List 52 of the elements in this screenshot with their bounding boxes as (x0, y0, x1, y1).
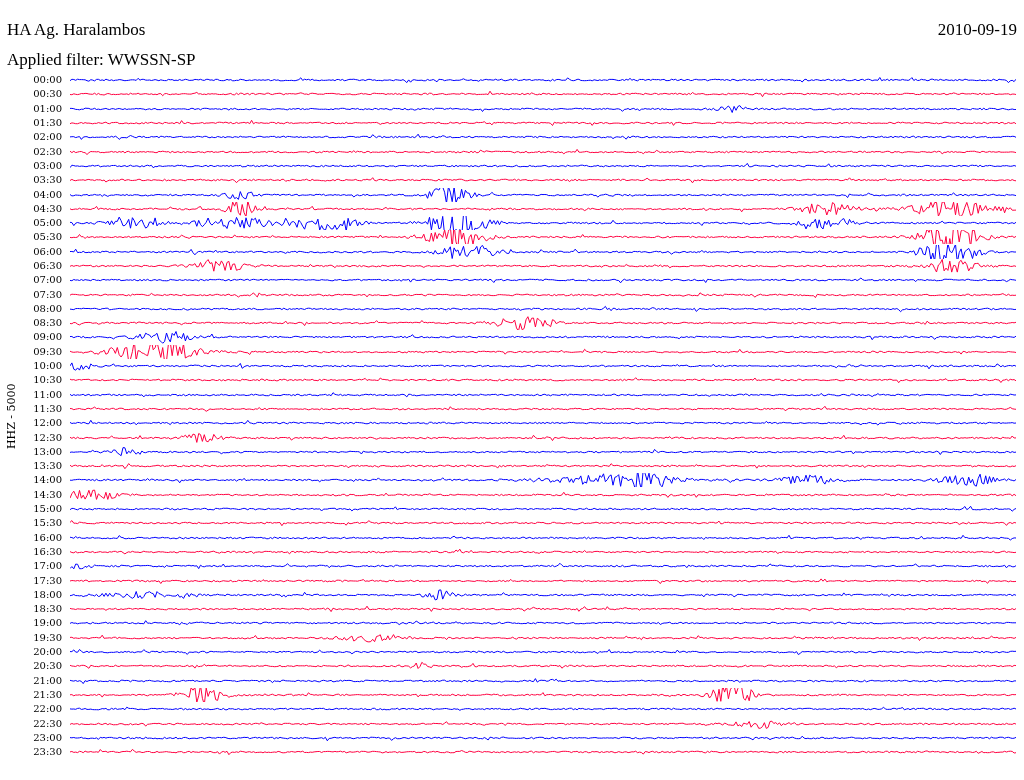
time-label: 04:30 (32, 202, 62, 215)
time-label: 08:30 (32, 317, 62, 330)
time-label: 17:00 (32, 560, 62, 573)
time-label: 08:00 (32, 302, 62, 315)
time-label: 10:30 (32, 374, 62, 387)
time-label: 09:30 (32, 345, 62, 358)
time-label: 19:00 (32, 617, 62, 630)
time-label: 23:30 (32, 746, 62, 759)
time-label: 11:00 (32, 388, 62, 401)
time-label: 14:30 (32, 488, 62, 501)
time-label: 06:30 (32, 260, 62, 272)
time-label: 11:30 (32, 402, 62, 415)
filter-label: Applied filter: WWSSN-SP (7, 50, 196, 69)
time-label: 16:30 (32, 545, 62, 558)
station-name: HA Ag. Haralambos (7, 19, 146, 41)
time-label: 13:30 (32, 460, 62, 473)
time-label: 21:30 (32, 688, 62, 701)
time-label: 00:30 (32, 88, 62, 101)
time-label: 15:30 (32, 517, 62, 530)
date-label: 2010-09-19 (937, 19, 1017, 41)
time-label: 12:00 (32, 417, 62, 430)
time-label: 03:00 (32, 159, 62, 172)
time-label: 02:00 (32, 131, 62, 144)
time-label: 20:00 (32, 646, 62, 658)
time-label: 01:00 (32, 102, 62, 115)
time-label: 05:30 (32, 231, 62, 244)
time-label: 13:00 (32, 445, 62, 458)
time-label: 14:00 (32, 474, 62, 487)
time-label: 07:00 (32, 274, 62, 287)
time-label: 15:00 (32, 503, 62, 516)
time-label: 22:30 (32, 717, 62, 730)
time-label: 02:30 (32, 145, 62, 158)
time-label: 18:30 (32, 603, 62, 616)
time-label: 04:00 (32, 188, 62, 201)
time-label: 01:30 (32, 117, 62, 130)
time-label: 06:00 (32, 245, 62, 258)
time-label: 18:00 (32, 588, 62, 601)
time-label: 21:00 (32, 674, 62, 687)
time-label: 20:30 (32, 660, 62, 673)
time-label: 16:00 (32, 531, 62, 544)
time-label: 09:00 (32, 331, 62, 344)
time-label: 03:30 (32, 174, 62, 187)
time-label: 10:00 (32, 360, 62, 373)
time-label: 00:00 (32, 74, 62, 87)
time-label: 07:30 (32, 288, 62, 301)
time-label: 17:30 (32, 574, 62, 587)
time-label: 12:30 (32, 431, 62, 444)
time-label: 19:30 (32, 631, 62, 644)
time-label: 05:00 (32, 217, 62, 230)
channel-label: HHZ - 5000 (3, 383, 19, 449)
time-label: 22:00 (32, 703, 62, 716)
time-label: 23:00 (32, 731, 62, 744)
